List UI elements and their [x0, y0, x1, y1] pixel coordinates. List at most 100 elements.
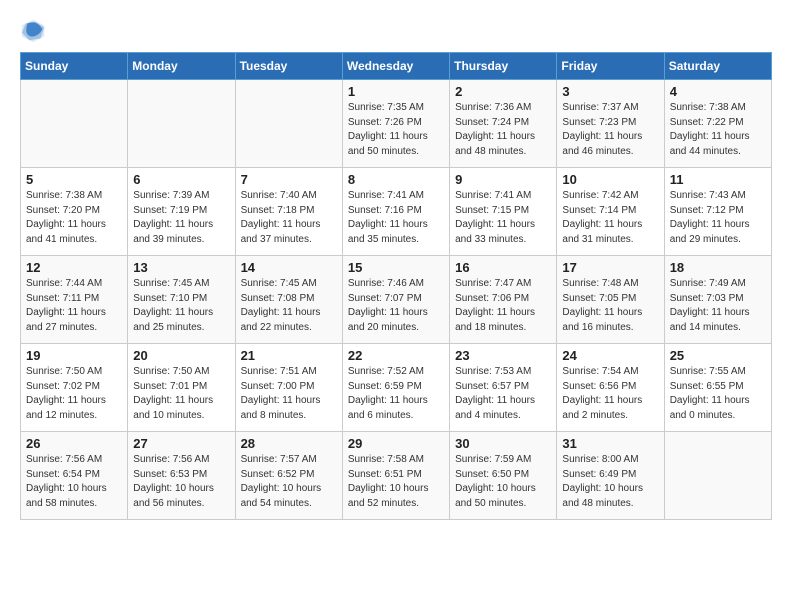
day-number: 18 — [670, 260, 766, 275]
day-cell: 10 Sunrise: 7:42 AM Sunset: 7:14 PM Dayli… — [557, 168, 664, 256]
day-number: 5 — [26, 172, 122, 187]
day-cell — [664, 432, 771, 520]
day-info: Sunrise: 7:41 AM Sunset: 7:16 PM Dayligh… — [348, 189, 444, 247]
day-cell: 19 Sunrise: 7:50 AM Sunset: 7:02 PM Dayli… — [21, 344, 128, 432]
day-number: 31 — [562, 436, 658, 451]
day-number: 6 — [133, 172, 229, 187]
day-cell: 30 Sunrise: 7:59 AM Sunset: 6:50 PM Dayli… — [450, 432, 557, 520]
col-header-sunday: Sunday — [21, 53, 128, 80]
page-header — [20, 16, 772, 44]
day-number: 16 — [455, 260, 551, 275]
day-info: Sunrise: 7:56 AM Sunset: 6:54 PM Dayligh… — [26, 453, 122, 511]
day-cell: 4Sunrise: 7:38 AM Sunset: 7:22 PM Daylig… — [664, 80, 771, 168]
col-header-wednesday: Wednesday — [342, 53, 449, 80]
day-cell: 3 Sunrise: 7:37 AM Sunset: 7:23 PM Daylig… — [557, 80, 664, 168]
day-cell: 24 Sunrise: 7:54 AM Sunset: 6:56 PM Dayli… — [557, 344, 664, 432]
day-cell: 18 Sunrise: 7:49 AM Sunset: 7:03 PM Dayli… — [664, 256, 771, 344]
day-cell: 17Sunrise: 7:48 AM Sunset: 7:05 PM Dayli… — [557, 256, 664, 344]
day-number: 9 — [455, 172, 551, 187]
col-header-thursday: Thursday — [450, 53, 557, 80]
day-info: Sunrise: 7:59 AM Sunset: 6:50 PM Dayligh… — [455, 453, 551, 511]
day-number: 12 — [26, 260, 122, 275]
day-info: Sunrise: 7:48 AM Sunset: 7:05 PM Dayligh… — [562, 277, 658, 335]
day-cell: 20Sunrise: 7:50 AM Sunset: 7:01 PM Dayli… — [128, 344, 235, 432]
day-number: 14 — [241, 260, 337, 275]
col-header-friday: Friday — [557, 53, 664, 80]
day-info: Sunrise: 7:57 AM Sunset: 6:52 PM Dayligh… — [241, 453, 337, 511]
day-number: 24 — [562, 348, 658, 363]
day-number: 25 — [670, 348, 766, 363]
day-cell: 26 Sunrise: 7:56 AM Sunset: 6:54 PM Dayli… — [21, 432, 128, 520]
day-number: 15 — [348, 260, 444, 275]
day-info: Sunrise: 7:58 AM Sunset: 6:51 PM Dayligh… — [348, 453, 444, 511]
day-info: Sunrise: 7:55 AM Sunset: 6:55 PM Dayligh… — [670, 365, 766, 423]
day-number: 19 — [26, 348, 122, 363]
day-cell — [235, 80, 342, 168]
day-cell: 21Sunrise: 7:51 AM Sunset: 7:00 PM Dayli… — [235, 344, 342, 432]
day-number: 23 — [455, 348, 551, 363]
day-info: Sunrise: 7:53 AM Sunset: 6:57 PM Dayligh… — [455, 365, 551, 423]
day-number: 2 — [455, 84, 551, 99]
day-cell: 6 Sunrise: 7:39 AM Sunset: 7:19 PM Daylig… — [128, 168, 235, 256]
day-info: Sunrise: 7:50 AM Sunset: 7:01 PM Dayligh… — [133, 365, 229, 423]
day-number: 4 — [670, 84, 766, 99]
day-cell: 5 Sunrise: 7:38 AM Sunset: 7:20 PM Daylig… — [21, 168, 128, 256]
day-cell: 9 Sunrise: 7:41 AM Sunset: 7:15 PM Daylig… — [450, 168, 557, 256]
day-cell: 25 Sunrise: 7:55 AM Sunset: 6:55 PM Dayli… — [664, 344, 771, 432]
day-number: 28 — [241, 436, 337, 451]
week-row-1: 1 Sunrise: 7:35 AM Sunset: 7:26 PM Daylig… — [21, 80, 772, 168]
day-cell: 13Sunrise: 7:45 AM Sunset: 7:10 PM Dayli… — [128, 256, 235, 344]
week-row-3: 12 Sunrise: 7:44 AM Sunset: 7:11 PM Dayli… — [21, 256, 772, 344]
day-info: Sunrise: 7:41 AM Sunset: 7:15 PM Dayligh… — [455, 189, 551, 247]
day-cell: 14 Sunrise: 7:45 AM Sunset: 7:08 PM Dayli… — [235, 256, 342, 344]
day-number: 10 — [562, 172, 658, 187]
day-info: Sunrise: 7:43 AM Sunset: 7:12 PM Dayligh… — [670, 189, 766, 247]
day-info: Sunrise: 7:42 AM Sunset: 7:14 PM Dayligh… — [562, 189, 658, 247]
day-cell — [128, 80, 235, 168]
day-cell: 15 Sunrise: 7:46 AM Sunset: 7:07 PM Dayli… — [342, 256, 449, 344]
day-info: Sunrise: 7:46 AM Sunset: 7:07 PM Dayligh… — [348, 277, 444, 335]
day-number: 1 — [348, 84, 444, 99]
day-cell: 7Sunrise: 7:40 AM Sunset: 7:18 PM Daylig… — [235, 168, 342, 256]
col-header-tuesday: Tuesday — [235, 53, 342, 80]
day-info: Sunrise: 7:45 AM Sunset: 7:08 PM Dayligh… — [241, 277, 337, 335]
day-info: Sunrise: 7:56 AM Sunset: 6:53 PM Dayligh… — [133, 453, 229, 511]
day-cell: 27 Sunrise: 7:56 AM Sunset: 6:53 PM Dayli… — [128, 432, 235, 520]
calendar-table: SundayMondayTuesdayWednesdayThursdayFrid… — [20, 52, 772, 520]
week-row-4: 19 Sunrise: 7:50 AM Sunset: 7:02 PM Dayli… — [21, 344, 772, 432]
day-number: 8 — [348, 172, 444, 187]
day-cell: 1 Sunrise: 7:35 AM Sunset: 7:26 PM Daylig… — [342, 80, 449, 168]
day-info: Sunrise: 7:50 AM Sunset: 7:02 PM Dayligh… — [26, 365, 122, 423]
day-info: Sunrise: 7:39 AM Sunset: 7:19 PM Dayligh… — [133, 189, 229, 247]
day-number: 27 — [133, 436, 229, 451]
day-number: 22 — [348, 348, 444, 363]
day-info: Sunrise: 7:49 AM Sunset: 7:03 PM Dayligh… — [670, 277, 766, 335]
day-info: Sunrise: 7:38 AM Sunset: 7:20 PM Dayligh… — [26, 189, 122, 247]
day-cell: 12 Sunrise: 7:44 AM Sunset: 7:11 PM Dayli… — [21, 256, 128, 344]
day-cell: 16 Sunrise: 7:47 AM Sunset: 7:06 PM Dayli… — [450, 256, 557, 344]
day-cell: 28 Sunrise: 7:57 AM Sunset: 6:52 PM Dayli… — [235, 432, 342, 520]
day-info: Sunrise: 7:52 AM Sunset: 6:59 PM Dayligh… — [348, 365, 444, 423]
day-cell: 8 Sunrise: 7:41 AM Sunset: 7:16 PM Daylig… — [342, 168, 449, 256]
col-header-monday: Monday — [128, 53, 235, 80]
day-info: Sunrise: 7:44 AM Sunset: 7:11 PM Dayligh… — [26, 277, 122, 335]
day-number: 26 — [26, 436, 122, 451]
day-cell: 23 Sunrise: 7:53 AM Sunset: 6:57 PM Dayli… — [450, 344, 557, 432]
day-cell — [21, 80, 128, 168]
day-cell: 29 Sunrise: 7:58 AM Sunset: 6:51 PM Dayli… — [342, 432, 449, 520]
day-info: Sunrise: 8:00 AM Sunset: 6:49 PM Dayligh… — [562, 453, 658, 511]
day-info: Sunrise: 7:37 AM Sunset: 7:23 PM Dayligh… — [562, 101, 658, 159]
day-info: Sunrise: 7:47 AM Sunset: 7:06 PM Dayligh… — [455, 277, 551, 335]
day-number: 29 — [348, 436, 444, 451]
day-info: Sunrise: 7:40 AM Sunset: 7:18 PM Dayligh… — [241, 189, 337, 247]
day-cell: 22 Sunrise: 7:52 AM Sunset: 6:59 PM Dayli… — [342, 344, 449, 432]
day-number: 13 — [133, 260, 229, 275]
logo-icon — [20, 16, 48, 44]
day-info: Sunrise: 7:35 AM Sunset: 7:26 PM Dayligh… — [348, 101, 444, 159]
day-number: 3 — [562, 84, 658, 99]
day-info: Sunrise: 7:36 AM Sunset: 7:24 PM Dayligh… — [455, 101, 551, 159]
day-number: 11 — [670, 172, 766, 187]
day-number: 30 — [455, 436, 551, 451]
day-info: Sunrise: 7:54 AM Sunset: 6:56 PM Dayligh… — [562, 365, 658, 423]
day-number: 21 — [241, 348, 337, 363]
